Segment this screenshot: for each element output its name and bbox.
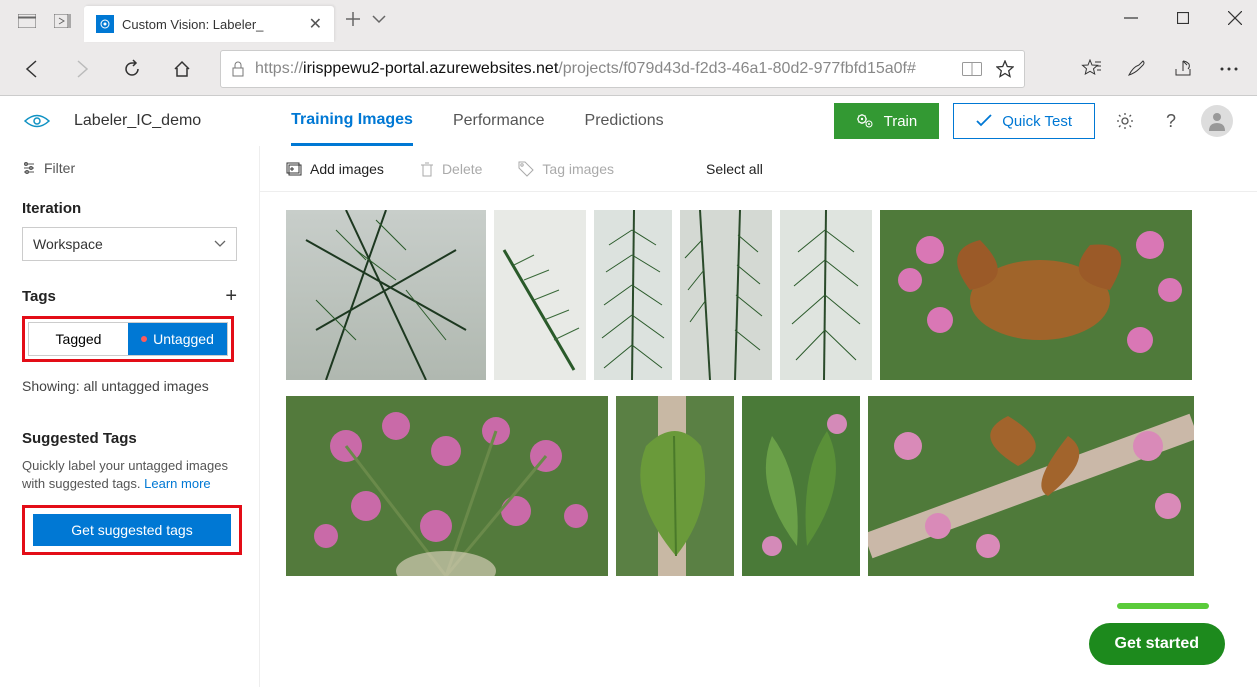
browser-tab[interactable]: Custom Vision: Labeler_ ✕ <box>84 6 334 42</box>
image-thumb[interactable] <box>494 210 586 380</box>
image-thumb[interactable] <box>880 210 1192 380</box>
add-tag-icon[interactable]: + <box>225 285 237 308</box>
suggest-highlight: Get suggested tags <box>22 505 242 555</box>
app-tabs: Training Images Performance Predictions <box>291 96 664 146</box>
window-controls <box>1117 4 1249 32</box>
browser-chrome: Custom Vision: Labeler_ ✕ https://irispp… <box>0 0 1257 96</box>
add-images-button[interactable]: Add images <box>286 161 384 177</box>
gallery <box>260 192 1257 594</box>
tab-title: Custom Vision: Labeler_ <box>122 17 301 32</box>
tag-images-button[interactable]: Tag images <box>518 161 614 177</box>
tag-icon <box>518 161 534 177</box>
address-bar: https://irisppewu2-portal.azurewebsites.… <box>0 42 1257 96</box>
url-text: https://irisppewu2-portal.azurewebsites.… <box>255 60 952 78</box>
favicon-icon <box>96 15 114 33</box>
get-suggested-tags-button[interactable]: Get suggested tags <box>33 514 231 546</box>
header-actions: Train Quick Test ? <box>834 103 1233 139</box>
favorites-list-icon[interactable] <box>1075 53 1107 85</box>
tags-header: Tags + <box>22 285 237 308</box>
tags-label: Tags <box>22 288 56 305</box>
star-icon[interactable] <box>996 60 1014 78</box>
app-header: Labeler_IC_demo Training Images Performa… <box>0 96 1257 146</box>
tab-performance[interactable]: Performance <box>453 98 545 144</box>
image-thumb[interactable] <box>616 396 734 576</box>
back-icon[interactable] <box>12 49 52 89</box>
image-thumb[interactable] <box>742 396 860 576</box>
url-box[interactable]: https://irisppewu2-portal.azurewebsites.… <box>220 50 1025 88</box>
quick-test-button[interactable]: Quick Test <box>953 103 1095 139</box>
image-thumb[interactable] <box>780 210 872 380</box>
iteration-title: Iteration <box>22 200 237 217</box>
forward-icon[interactable] <box>62 49 102 89</box>
chevron-down-icon[interactable] <box>372 14 386 24</box>
custom-vision-logo-icon <box>24 112 50 130</box>
pen-icon[interactable] <box>1121 53 1153 85</box>
suggested-tags-title: Suggested Tags <box>22 430 237 447</box>
filter-icon <box>22 161 36 175</box>
suggested-tags-desc: Quickly label your untagged images with … <box>22 457 237 493</box>
untagged-toggle[interactable]: Untagged <box>128 323 227 355</box>
project-name[interactable]: Labeler_IC_demo <box>74 112 201 130</box>
sidebar: Filter Iteration Workspace Tags + Tagged… <box>0 146 260 687</box>
toolbar: Add images Delete Tag images Select all <box>260 146 1257 192</box>
lock-icon <box>231 61 245 77</box>
newtab-area <box>334 0 386 26</box>
extension-icons <box>1075 53 1245 85</box>
gear-icon[interactable] <box>1109 105 1141 137</box>
indicator-dot-icon <box>141 336 147 342</box>
check-icon <box>976 114 992 128</box>
content: Add images Delete Tag images Select all <box>260 146 1257 687</box>
untagged-highlight: Tagged Untagged <box>22 316 234 362</box>
progress-indicator <box>1117 603 1209 609</box>
tab-strip-controls <box>6 0 84 32</box>
gears-icon <box>856 113 874 129</box>
filter-row[interactable]: Filter <box>22 160 237 176</box>
tag-toggle: Tagged Untagged <box>28 322 228 356</box>
train-button[interactable]: Train <box>834 103 940 139</box>
add-images-icon <box>286 162 302 176</box>
image-thumb[interactable] <box>594 210 672 380</box>
tab-aside-icon[interactable] <box>52 10 74 32</box>
titlebar: Custom Vision: Labeler_ ✕ <box>0 0 1257 42</box>
delete-button[interactable]: Delete <box>420 161 482 177</box>
window-close-icon[interactable] <box>1221 4 1249 32</box>
main: Filter Iteration Workspace Tags + Tagged… <box>0 146 1257 687</box>
image-thumb[interactable] <box>680 210 772 380</box>
maximize-icon[interactable] <box>1169 4 1197 32</box>
share-icon[interactable] <box>1167 53 1199 85</box>
trash-icon <box>420 161 434 177</box>
showing-text: Showing: all untagged images <box>22 378 237 394</box>
home-icon[interactable] <box>162 49 202 89</box>
tagged-toggle[interactable]: Tagged <box>29 323 128 355</box>
help-icon[interactable]: ? <box>1155 105 1187 137</box>
filter-label: Filter <box>44 160 75 176</box>
image-thumb[interactable] <box>286 396 608 576</box>
iteration-select[interactable]: Workspace <box>22 227 237 261</box>
learn-more-link[interactable]: Learn more <box>144 476 210 491</box>
more-icon[interactable] <box>1213 53 1245 85</box>
tab-preview-icon[interactable] <box>16 10 38 32</box>
get-started-button[interactable]: Get started <box>1089 623 1225 665</box>
select-all-button[interactable]: Select all <box>706 161 763 177</box>
reading-view-icon[interactable] <box>962 62 982 76</box>
image-thumb[interactable] <box>286 210 486 380</box>
minimize-icon[interactable] <box>1117 4 1145 32</box>
tab-predictions[interactable]: Predictions <box>585 98 664 144</box>
new-tab-icon[interactable] <box>346 12 360 26</box>
tab-training-images[interactable]: Training Images <box>291 97 413 146</box>
image-thumb[interactable] <box>868 396 1194 576</box>
chevron-down-icon <box>214 240 226 248</box>
close-icon[interactable]: ✕ <box>309 14 322 34</box>
refresh-icon[interactable] <box>112 49 152 89</box>
avatar[interactable] <box>1201 105 1233 137</box>
